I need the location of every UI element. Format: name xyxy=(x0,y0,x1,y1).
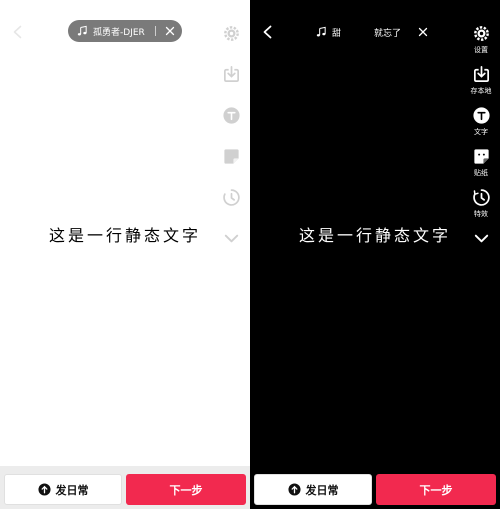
text-icon xyxy=(472,107,490,124)
gear-icon xyxy=(223,26,239,41)
music-selector[interactable]: 孤勇者-DJER xyxy=(68,20,182,42)
music-note-icon xyxy=(316,26,326,37)
download-icon xyxy=(223,66,239,83)
upload-circle-icon xyxy=(287,483,301,496)
back-arrow-icon[interactable] xyxy=(10,24,26,40)
text-icon xyxy=(222,107,240,124)
settings-button[interactable]: 设置 xyxy=(466,24,496,65)
text-button[interactable] xyxy=(216,106,246,147)
sticker-button[interactable]: 贴纸 xyxy=(466,147,496,188)
publish-daily-button[interactable]: 发日常 xyxy=(4,474,122,505)
editor-screen-dark: 甜 就忘了 设置 存本地 文字 贴纸 特效 这是一行静态文字 发日常 下一步 xyxy=(250,0,500,509)
bottom-bar: 发日常 下一步 xyxy=(250,466,500,509)
gear-icon xyxy=(473,26,489,41)
publish-daily-label: 发日常 xyxy=(55,483,89,497)
upload-circle-icon xyxy=(37,483,51,496)
effects-icon xyxy=(222,189,240,206)
effects-label: 特效 xyxy=(474,210,488,218)
text-label: 文字 xyxy=(474,128,488,136)
effects-icon xyxy=(472,189,490,206)
right-toolbar xyxy=(216,24,246,249)
music-title-scroll: 就忘了 xyxy=(374,28,402,39)
close-icon[interactable] xyxy=(163,24,177,38)
editor-screen-light: 孤勇者-DJER 这是一行静态文字 发日常 下一步 xyxy=(0,0,250,509)
sticker-icon xyxy=(473,149,489,164)
next-step-button[interactable]: 下一步 xyxy=(376,474,496,505)
publish-daily-button[interactable]: 发日常 xyxy=(254,474,372,505)
save-local-button[interactable]: 存本地 xyxy=(466,65,496,106)
next-step-label: 下一步 xyxy=(419,483,453,497)
video-canvas: 甜 就忘了 设置 存本地 文字 贴纸 特效 这是一行静态文字 xyxy=(250,0,500,466)
sticker-label: 贴纸 xyxy=(474,169,488,177)
music-title: 孤勇者-DJER xyxy=(93,27,145,38)
settings-button[interactable] xyxy=(216,24,246,65)
next-step-button[interactable]: 下一步 xyxy=(126,474,246,505)
text-button[interactable]: 文字 xyxy=(466,106,496,147)
music-title: 甜 xyxy=(332,28,342,39)
video-canvas: 孤勇者-DJER 这是一行静态文字 xyxy=(0,0,250,466)
next-step-label: 下一步 xyxy=(169,483,203,497)
right-toolbar: 设置 存本地 文字 贴纸 特效 xyxy=(466,24,496,249)
back-arrow-icon[interactable] xyxy=(260,24,276,40)
publish-daily-label: 发日常 xyxy=(305,483,339,497)
save-local-label: 存本地 xyxy=(470,87,492,95)
music-divider xyxy=(155,26,156,36)
sticker-button[interactable] xyxy=(216,147,246,188)
settings-label: 设置 xyxy=(474,46,488,54)
close-icon[interactable] xyxy=(416,25,430,39)
caption-text[interactable]: 这是一行静态文字 xyxy=(0,222,250,246)
caption-text[interactable]: 这是一行静态文字 xyxy=(250,222,500,246)
download-icon xyxy=(473,66,489,83)
music-note-icon xyxy=(77,25,87,36)
music-selector[interactable]: 甜 就忘了 xyxy=(316,22,436,42)
sticker-icon xyxy=(223,149,239,164)
save-local-button[interactable] xyxy=(216,65,246,106)
bottom-bar: 发日常 下一步 xyxy=(0,466,250,509)
